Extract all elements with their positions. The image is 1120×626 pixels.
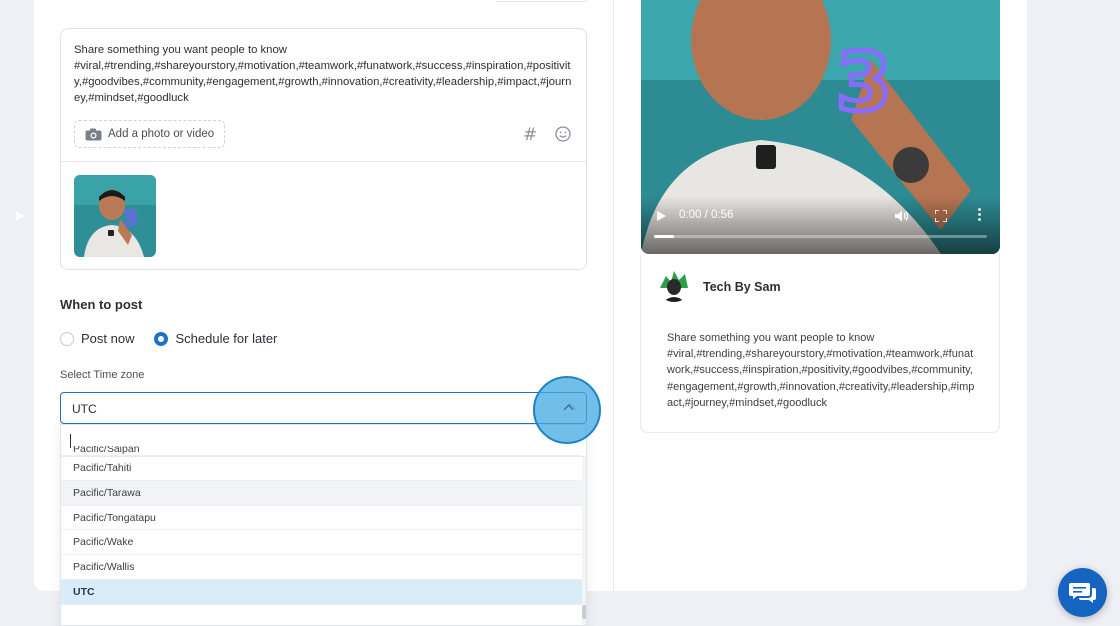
media-thumbnail[interactable]: 3 <box>74 175 156 257</box>
preview-hashtags: #viral,#trending,#shareyourstory,#motiva… <box>667 348 975 409</box>
play-icon[interactable] <box>657 211 666 221</box>
timezone-option[interactable]: Pacific/Wake <box>61 530 582 556</box>
svg-text:3: 3 <box>836 36 892 129</box>
timezone-option[interactable]: Pacific/Wallis <box>61 555 582 580</box>
post-hashtags: #viral,#trending,#shareyourstory,#motiva… <box>74 60 572 104</box>
timezone-option[interactable]: Pacific/Saipan <box>61 446 582 456</box>
emoji-icon[interactable] <box>555 126 571 142</box>
scrollbar-thumb[interactable] <box>582 605 586 619</box>
preview-post-text: Share something you want people to know … <box>667 330 975 411</box>
preview-text-line: Share something you want people to know <box>667 332 875 344</box>
add-media-label: Add a photo or video <box>108 128 215 140</box>
video-progress-fill <box>654 235 674 238</box>
panel-divider <box>613 0 614 591</box>
chat-button[interactable] <box>1058 568 1107 617</box>
post-preview-card: Tech By Sam Share something you want peo… <box>640 254 1000 433</box>
timezone-option[interactable]: Pacific/Tahiti <box>61 456 582 481</box>
post-timing-options: Post now Schedule for later <box>60 331 297 346</box>
fullscreen-icon[interactable] <box>934 209 948 223</box>
post-composer[interactable]: Share something you want people to know … <box>60 28 587 270</box>
svg-text:3: 3 <box>124 206 138 230</box>
timezone-option-hovered[interactable]: Pacific/Tarawa <box>61 480 582 506</box>
video-time: 0:00 / 0:56 <box>679 209 734 221</box>
schedule-later-radio[interactable] <box>154 331 169 346</box>
dropdown-scrollbar[interactable] <box>582 457 586 625</box>
composer-divider <box>61 161 586 162</box>
post-now-label[interactable]: Post now <box>81 331 134 346</box>
post-text[interactable]: Share something you want people to know … <box>74 42 574 106</box>
timezone-label: Select Time zone <box>60 369 145 381</box>
timezone-option-selected[interactable]: UTC <box>61 579 582 605</box>
timezone-value: UTC <box>72 402 97 416</box>
video-progress-bar[interactable] <box>654 235 987 238</box>
post-now-radio[interactable] <box>60 331 74 346</box>
timezone-dropdown: Pacific/Saipan Pacific/Tahiti Pacific/Ta… <box>60 424 587 626</box>
camera-icon <box>85 128 102 141</box>
top-control-edge <box>497 0 587 2</box>
volume-icon[interactable] <box>895 209 909 222</box>
more-vertical-icon[interactable] <box>978 208 981 221</box>
timezone-option[interactable]: Pacific/Tongatapu <box>61 506 582 531</box>
schedule-later-label[interactable]: Schedule for later <box>175 331 277 346</box>
chat-icon <box>1069 583 1096 603</box>
hashtag-icon[interactable]: # <box>523 125 537 145</box>
add-photo-video-button[interactable]: Add a photo or video <box>74 120 226 148</box>
author-name: Tech By Sam <box>703 280 781 294</box>
timezone-options-list[interactable]: Pacific/Saipan Pacific/Tahiti Pacific/Ta… <box>61 446 582 605</box>
when-to-post-title: When to post <box>60 297 143 312</box>
play-icon[interactable] <box>16 211 25 221</box>
video-controls-bar <box>641 196 1000 254</box>
timezone-select[interactable]: UTC <box>60 392 587 424</box>
avatar <box>657 268 691 302</box>
post-text-line: Share something you want people to know <box>74 44 287 56</box>
